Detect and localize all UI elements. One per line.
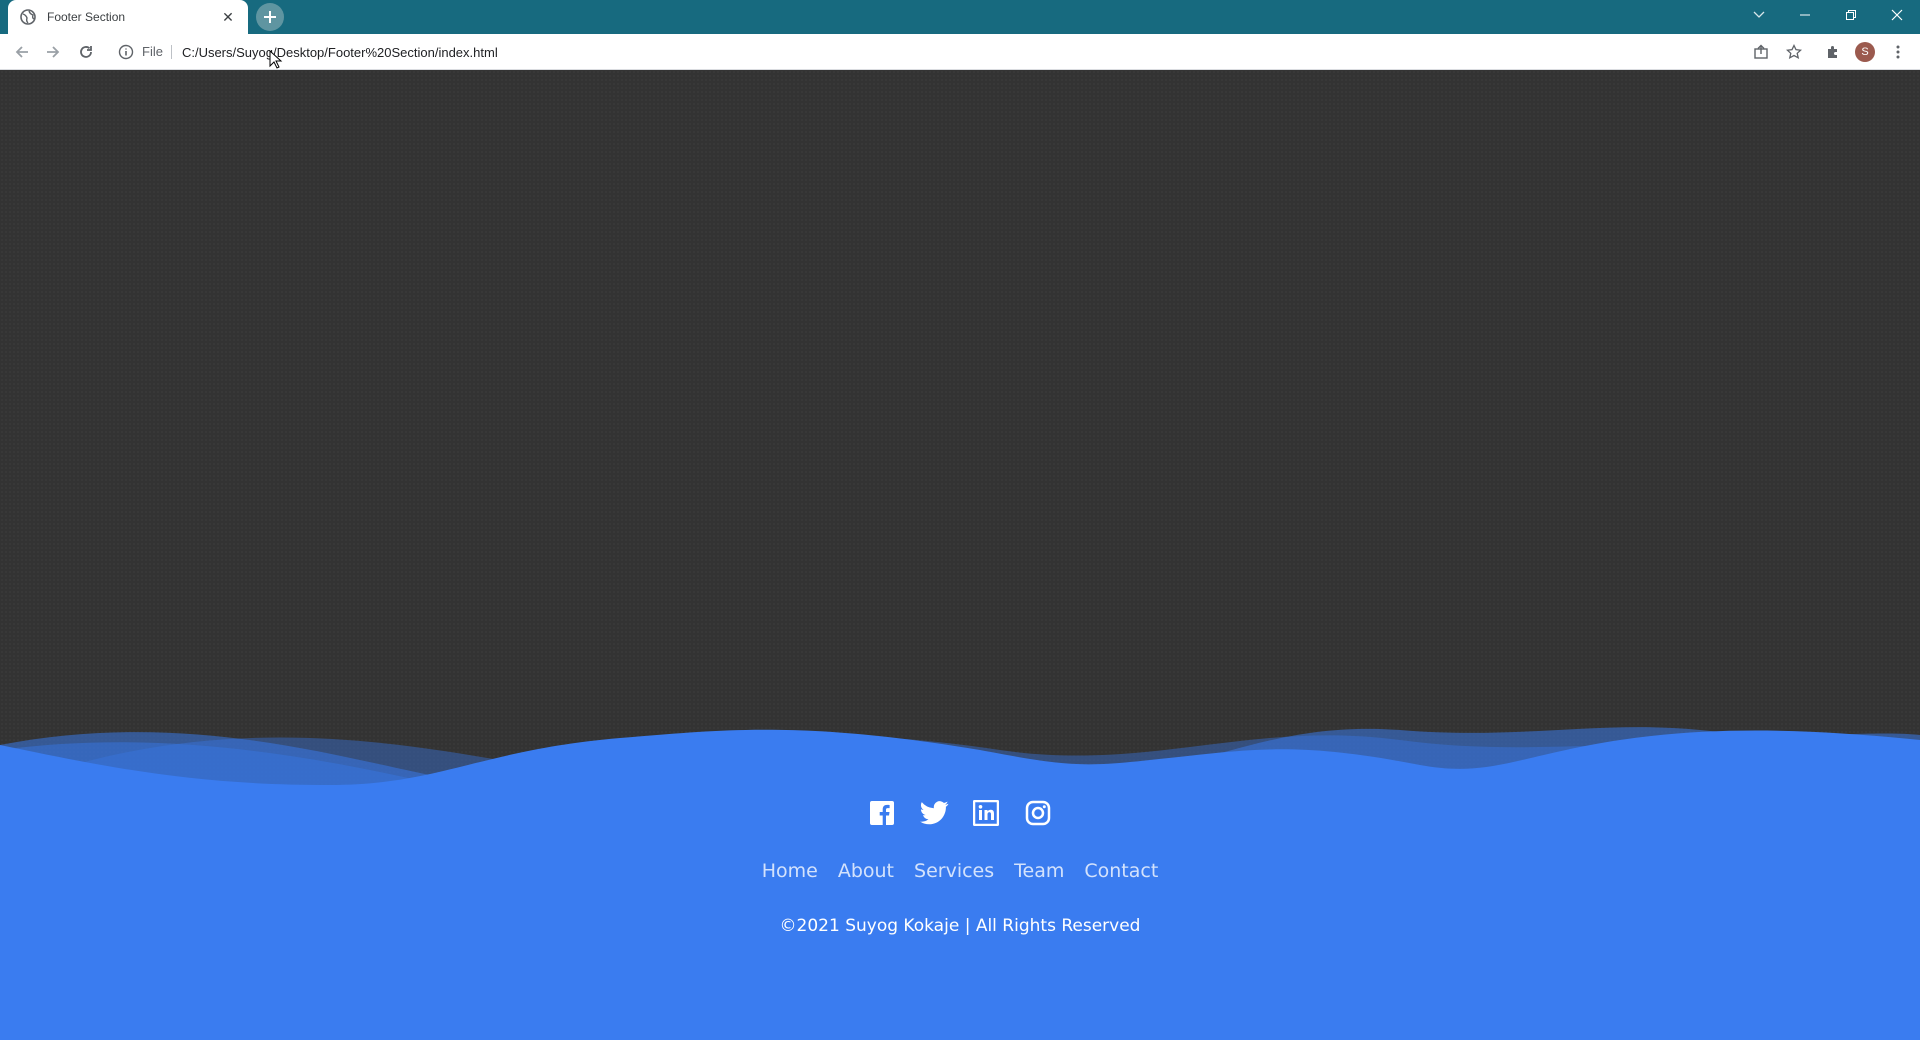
arrow-left-icon <box>15 46 28 58</box>
menu-link-services[interactable]: Services <box>914 860 994 882</box>
browser-title-bar: Footer Section ✕ <box>0 0 1920 34</box>
arrow-right-icon <box>47 46 60 58</box>
plus-icon <box>264 11 276 23</box>
minimize-button[interactable] <box>1782 0 1828 30</box>
address-bar[interactable]: File C:/Users/Suyog/Desktop/Footer%20Sec… <box>110 38 1800 66</box>
reload-button[interactable] <box>74 40 98 64</box>
facebook-icon[interactable] <box>868 798 897 827</box>
new-tab-button[interactable] <box>256 3 284 31</box>
close-icon <box>1891 9 1903 21</box>
share-button[interactable] <box>1749 40 1773 64</box>
menu-link-contact[interactable]: Contact <box>1084 860 1158 882</box>
extensions-button[interactable] <box>1821 40 1845 64</box>
reload-icon <box>80 46 92 58</box>
linkedin-icon[interactable] <box>972 798 1001 827</box>
bookmark-button[interactable] <box>1782 40 1806 64</box>
menu-button[interactable] <box>1886 40 1910 64</box>
social-icons <box>0 798 1920 827</box>
chevron-down-icon <box>1753 11 1765 18</box>
forward-button[interactable] <box>41 40 65 64</box>
browser-tab[interactable]: Footer Section ✕ <box>8 0 248 34</box>
tab-close-icon[interactable]: ✕ <box>220 9 236 25</box>
copyright-text: ©2021 Suyog Kokaje | All Rights Reserved <box>779 916 1141 936</box>
menu-link-about[interactable]: About <box>838 860 894 882</box>
minimize-icon <box>1800 14 1810 16</box>
url-text[interactable]: C:/Users/Suyog/Desktop/Footer%20Section/… <box>182 45 498 60</box>
profile-avatar[interactable]: S <box>1855 42 1875 62</box>
footer-menu: Home About Services Team Contact <box>0 860 1920 882</box>
puzzle-icon <box>1828 46 1837 58</box>
twitter-icon[interactable] <box>919 798 949 827</box>
tab-search-button[interactable] <box>1736 0 1782 30</box>
browser-toolbar: File C:/Users/Suyog/Desktop/Footer%20Sec… <box>0 34 1920 70</box>
instagram-icon[interactable] <box>1024 798 1053 827</box>
back-button[interactable] <box>10 40 34 64</box>
page-viewport <box>0 70 1920 1040</box>
tab-title: Footer Section <box>47 10 126 24</box>
menu-link-team[interactable]: Team <box>1014 860 1064 882</box>
globe-icon <box>20 9 36 25</box>
restore-icon <box>1846 10 1856 20</box>
mouse-cursor-icon <box>269 50 283 69</box>
kebab-menu-icon <box>1896 45 1900 59</box>
restore-button[interactable] <box>1828 0 1874 30</box>
info-icon[interactable] <box>118 44 134 60</box>
star-icon <box>1786 44 1802 60</box>
close-window-button[interactable] <box>1874 0 1920 30</box>
menu-link-home[interactable]: Home <box>762 860 818 882</box>
share-icon <box>1754 44 1768 59</box>
scheme-label: File <box>142 45 172 59</box>
